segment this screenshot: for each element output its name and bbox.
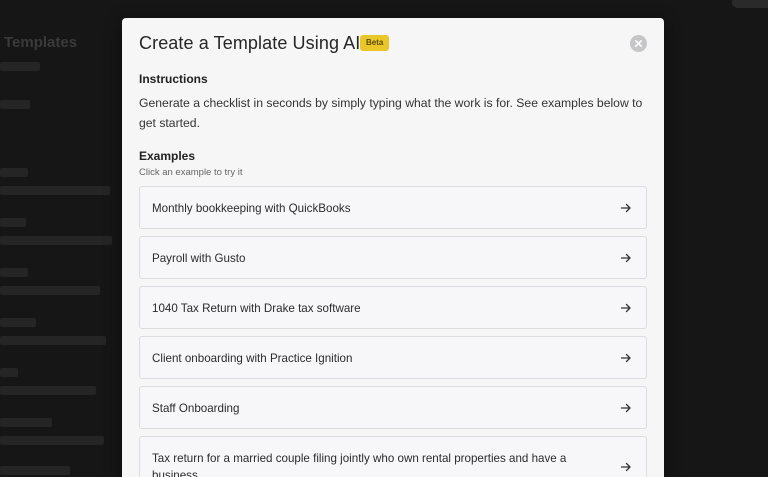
examples-heading: Examples bbox=[139, 149, 196, 163]
instructions-heading: Instructions bbox=[139, 72, 208, 86]
background-line bbox=[0, 386, 96, 395]
background-line bbox=[0, 418, 52, 427]
background-line bbox=[0, 236, 112, 245]
background-line bbox=[0, 100, 30, 109]
example-label: Tax return for a married couple filing j… bbox=[152, 452, 567, 477]
example-label: 1040 Tax Return with Drake tax software bbox=[152, 302, 361, 315]
background-line bbox=[0, 286, 100, 295]
background-line bbox=[0, 336, 106, 345]
background-line bbox=[0, 62, 40, 71]
arrow-right-icon bbox=[620, 303, 631, 313]
example-item[interactable]: Tax return for a married couple filing j… bbox=[139, 436, 647, 477]
example-label: Monthly bookkeeping with QuickBooks bbox=[152, 202, 351, 215]
background-line bbox=[0, 466, 70, 475]
background-line bbox=[0, 186, 110, 195]
modal-title: Create a Template Using AI bbox=[139, 33, 361, 53]
background-line bbox=[0, 318, 36, 327]
example-item[interactable]: Client onboarding with Practice Ignition bbox=[139, 336, 647, 379]
arrow-right-icon bbox=[620, 403, 631, 413]
background-line bbox=[0, 168, 28, 177]
background-corner-element bbox=[732, 0, 768, 8]
create-template-ai-modal: Create a Template Using AI Beta Instruct… bbox=[122, 18, 664, 477]
background-line bbox=[0, 218, 26, 227]
background-line bbox=[0, 268, 28, 277]
background-line bbox=[0, 368, 18, 377]
background-page-title: Templates bbox=[4, 34, 78, 51]
arrow-right-icon bbox=[620, 462, 631, 472]
modal-header: Create a Template Using AI Beta bbox=[139, 18, 647, 70]
beta-badge: Beta bbox=[360, 35, 390, 51]
close-icon bbox=[634, 39, 643, 48]
arrow-right-icon bbox=[620, 253, 631, 263]
arrow-right-icon bbox=[620, 203, 631, 213]
example-item[interactable]: Staff Onboarding bbox=[139, 386, 647, 429]
example-item[interactable]: 1040 Tax Return with Drake tax software bbox=[139, 286, 647, 329]
example-item[interactable]: Monthly bookkeeping with QuickBooks bbox=[139, 186, 647, 229]
example-label: Payroll with Gusto bbox=[152, 252, 246, 265]
instructions-text: Generate a checklist in seconds by simpl… bbox=[139, 96, 643, 130]
arrow-right-icon bbox=[620, 353, 631, 363]
example-label: Staff Onboarding bbox=[152, 402, 240, 415]
examples-list: Monthly bookkeeping with QuickBooks Payr… bbox=[139, 186, 647, 477]
example-label: Client onboarding with Practice Ignition bbox=[152, 352, 353, 365]
background-line bbox=[0, 436, 104, 445]
close-button[interactable] bbox=[630, 35, 647, 52]
example-item[interactable]: Payroll with Gusto bbox=[139, 236, 647, 279]
examples-subtitle: Click an example to try it bbox=[139, 167, 243, 178]
